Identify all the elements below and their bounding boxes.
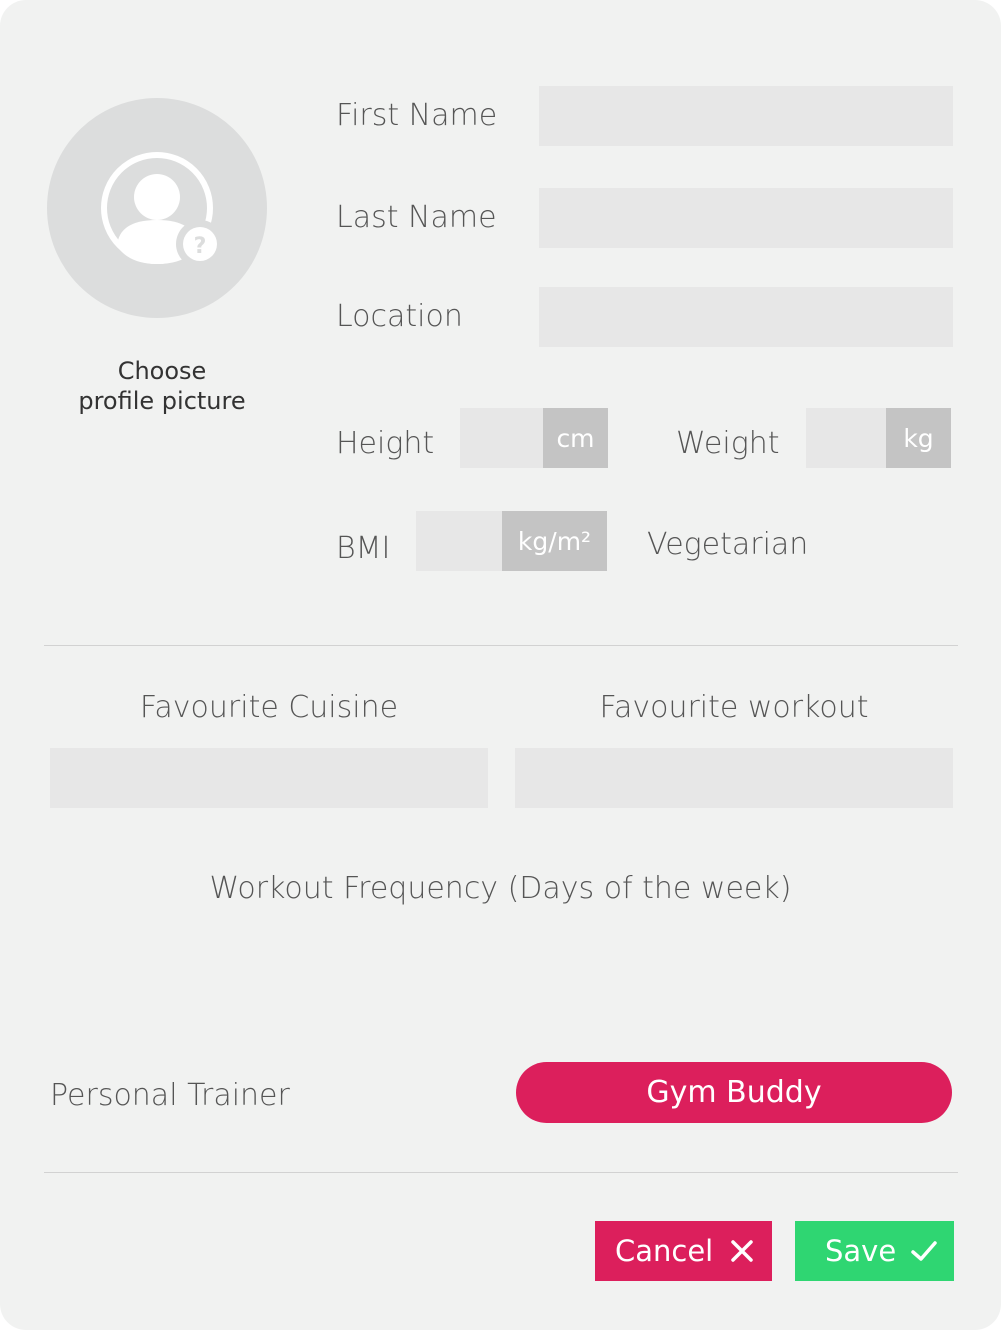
user-question-icon: ? [101,152,224,268]
personal-trainer-label[interactable]: Personal Trainer [50,1081,290,1111]
bmi-label: BMI [336,531,391,566]
gym-buddy-label: Gym Buddy [646,1075,822,1110]
location-label: Location [336,299,463,334]
favourite-workout-input[interactable] [515,748,953,808]
gym-buddy-button[interactable]: Gym Buddy [516,1062,952,1123]
first-name-label: First Name [336,98,498,133]
height-input[interactable] [460,408,544,468]
height-unit: cm [543,408,608,468]
cancel-label: Cancel [615,1234,714,1268]
choose-line-2: profile picture [78,387,246,415]
check-icon [911,1241,937,1261]
close-icon [731,1240,753,1262]
location-input[interactable] [539,287,953,347]
bmi-unit: kg/m² [502,511,607,571]
last-name-input[interactable] [539,188,953,248]
last-name-label: Last Name [336,200,497,235]
weight-input[interactable] [806,408,887,468]
cancel-button[interactable]: Cancel [595,1221,772,1281]
favourite-workout-label: Favourite workout [599,690,869,725]
height-label: Height [336,426,435,461]
svg-text:?: ? [194,234,207,259]
divider-bottom [44,1172,958,1173]
save-label: Save [825,1234,897,1268]
weight-label: Weight [676,426,780,461]
choose-profile-picture-label[interactable]: Choose profile picture [47,356,277,416]
first-name-input[interactable] [539,86,953,146]
profile-picture[interactable]: ? [47,98,267,318]
vegetarian-label[interactable]: Vegetarian [647,530,808,560]
favourite-cuisine-input[interactable] [50,748,488,808]
choose-line-1: Choose [117,357,207,385]
bmi-input[interactable] [416,511,503,571]
weight-unit: kg [886,408,951,468]
save-button[interactable]: Save [795,1221,954,1281]
divider-top [44,645,958,646]
favourite-cuisine-label: Favourite Cuisine [139,690,399,725]
profile-panel: ? Choose profile picture First Name Last… [0,0,1001,1330]
workout-frequency-label: Workout Frequency (Days of the week) [209,871,792,906]
